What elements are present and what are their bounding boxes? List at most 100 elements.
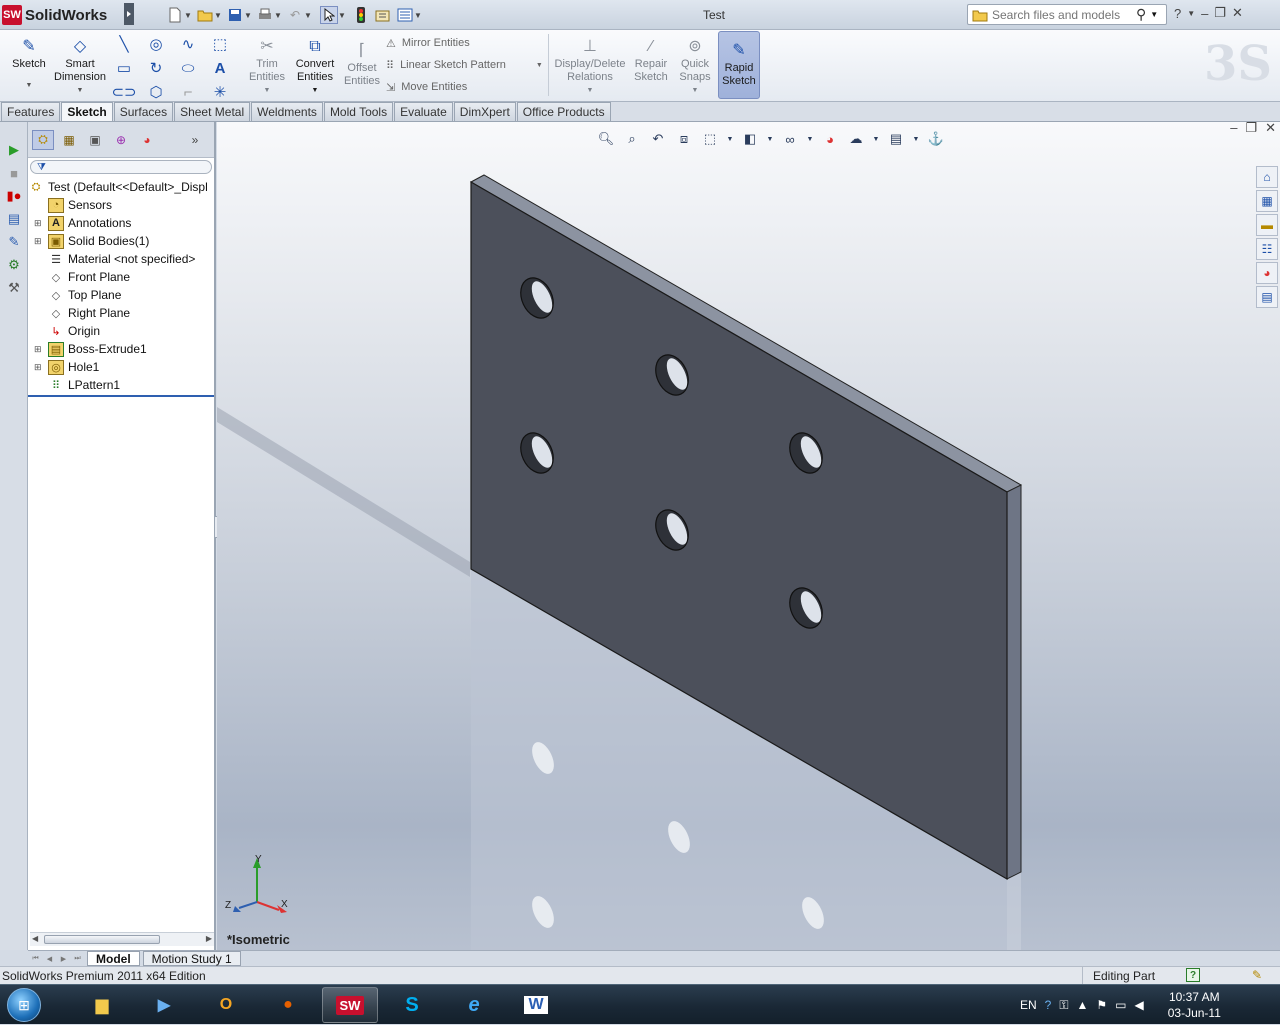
chevron-down-icon[interactable]: ▼ — [77, 84, 84, 97]
tree-item-top-plane[interactable]: ◇ Top Plane — [28, 286, 214, 304]
tab-model[interactable]: Model — [87, 951, 140, 966]
text-icon[interactable]: A — [208, 58, 232, 78]
tree-item-hole1[interactable]: ⊞ ◎ Hole1 — [28, 358, 214, 376]
custom-macro-icon[interactable]: ⚙ — [3, 254, 25, 276]
chevron-down-icon[interactable]: ▼ — [1150, 10, 1158, 19]
section-view-icon[interactable]: ⧈ — [675, 130, 693, 148]
chevron-down-icon[interactable]: ▼ — [304, 11, 312, 20]
tab-sheet-metal[interactable]: Sheet Metal — [174, 102, 251, 121]
smart-dimension-button[interactable]: ◇ Smart Dimension ▼ — [52, 36, 108, 97]
action-center-flag-icon[interactable]: ⚑ — [1096, 998, 1107, 1012]
expand-icon[interactable]: ⊞ — [34, 344, 44, 355]
help-circle-icon[interactable]: ? — [1045, 998, 1052, 1012]
tab-surfaces[interactable]: Surfaces — [113, 102, 174, 121]
quick-snaps-button[interactable]: ⊚ Quick Snaps ▼ — [676, 36, 714, 97]
linear-sketch-pattern-button[interactable]: ⠿ Linear Sketch Pattern ▼ — [386, 54, 546, 76]
clock[interactable]: 10:37 AM 03-Jun-11 — [1168, 989, 1221, 1021]
explorer-taskbar-button[interactable]: ▆ — [74, 987, 130, 1023]
tree-item-boss-extrude1[interactable]: ⊞ ▤ Boss-Extrude1 — [28, 340, 214, 358]
scroll-left-icon[interactable]: ◀ — [32, 934, 38, 943]
solidworks-taskbar-button[interactable]: SW — [322, 987, 378, 1023]
part-model[interactable] — [217, 122, 1280, 950]
chevron-down-icon[interactable]: ▼ — [536, 62, 543, 69]
file-properties-icon[interactable] — [374, 6, 392, 24]
chevron-down-icon[interactable]: ▼ — [767, 130, 774, 148]
outlook-taskbar-button[interactable]: O — [198, 987, 254, 1023]
rectangle-icon[interactable]: ▭ — [112, 58, 136, 78]
rotate-view-icon[interactable]: ⚓ — [927, 130, 945, 148]
tab-mold-tools[interactable]: Mold Tools — [323, 102, 394, 121]
point-icon[interactable]: ✳ — [208, 82, 232, 102]
chevron-down-icon[interactable]: ▼ — [913, 130, 920, 148]
move-entities-button[interactable]: ⇲ Move Entities — [386, 76, 546, 98]
tab-motion-study-1[interactable]: Motion Study 1 — [142, 951, 241, 966]
edit-appearance-icon[interactable]: ◕ — [821, 130, 839, 148]
expand-panel-icon[interactable]: » — [184, 130, 206, 150]
dimxpert-manager-tab-icon[interactable]: ⊕ — [110, 130, 132, 150]
tab-dimxpert[interactable]: DimXpert — [453, 102, 516, 121]
tree-item-origin[interactable]: ↳ Origin — [28, 322, 214, 340]
tab-features[interactable]: Features — [1, 102, 61, 121]
print-icon[interactable] — [256, 6, 274, 24]
expand-icon[interactable]: ⊞ — [34, 362, 44, 373]
rollback-bar[interactable] — [28, 395, 214, 397]
tab-weldments[interactable]: Weldments — [251, 102, 323, 121]
stop-macro-icon[interactable]: ■ — [3, 162, 25, 184]
word-taskbar-button[interactable]: W — [508, 987, 564, 1023]
tree-filter[interactable]: ⧩ — [30, 160, 212, 174]
menu-flyout-arrow[interactable] — [124, 3, 134, 25]
display-delete-relations-button[interactable]: ⊥ Display/Delete Relations ▼ — [554, 36, 626, 97]
display-style-icon[interactable]: ◧ — [741, 130, 759, 148]
repair-sketch-button[interactable]: ⁄ Repair Sketch — [630, 36, 672, 84]
record-macro-icon[interactable]: ▮● — [3, 185, 25, 207]
chevron-down-icon[interactable]: ▼ — [274, 11, 282, 20]
skype-taskbar-button[interactable]: S — [384, 987, 440, 1023]
help-icon[interactable]: ? — [1186, 968, 1200, 982]
select-cursor-icon[interactable] — [320, 6, 338, 24]
volume-icon[interactable]: ◀ — [1135, 998, 1144, 1012]
first-tab-icon[interactable]: ⏮ — [29, 953, 42, 965]
edit-macro-icon[interactable]: ✎ — [3, 231, 25, 253]
chevron-down-icon[interactable]: ▼ — [338, 11, 346, 20]
network-icon[interactable]: ▭ — [1115, 998, 1126, 1012]
tree-item-solid-bodies[interactable]: ⊞ ▣ Solid Bodies(1) — [28, 232, 214, 250]
save-icon[interactable] — [226, 6, 244, 24]
previous-view-icon[interactable]: ↶ — [649, 130, 667, 148]
apply-scene-icon[interactable]: ☁ — [847, 130, 865, 148]
chevron-down-icon[interactable]: ▼ — [244, 11, 252, 20]
view-palette-icon[interactable]: ☷ — [1256, 238, 1278, 260]
rebuild-status-icon[interactable]: ✎ — [1252, 968, 1262, 982]
minimize-icon[interactable]: – — [1230, 122, 1237, 136]
search-input[interactable] — [992, 7, 1132, 22]
property-manager-tab-icon[interactable]: ▦ — [58, 130, 80, 150]
line-icon[interactable]: ╲ — [112, 34, 136, 54]
panel-horizontal-scrollbar[interactable]: ◀ ▶ — [30, 932, 214, 946]
zoom-to-fit-icon[interactable]: 🔍︎ — [597, 130, 615, 148]
show-hidden-icons-icon[interactable]: ▲ — [1077, 998, 1089, 1012]
close-icon[interactable]: ✕ — [1232, 5, 1243, 21]
circle-icon[interactable]: ◎ — [144, 34, 168, 54]
display-manager-tab-icon[interactable]: ◕ — [136, 130, 158, 150]
chevron-down-icon[interactable]: ▼ — [26, 79, 33, 92]
offset-entities-button[interactable]: ⌈ Offset Entities — [342, 40, 382, 88]
chevron-down-icon[interactable]: ▼ — [1187, 9, 1195, 18]
close-icon[interactable]: ✕ — [1265, 122, 1276, 136]
custom-properties-icon[interactable]: ▤ — [1256, 286, 1278, 308]
spline-icon[interactable]: ∿ — [176, 34, 200, 54]
chevron-down-icon[interactable]: ▼ — [807, 130, 814, 148]
search-icon[interactable]: ⚲ — [1136, 6, 1146, 23]
design-library-icon[interactable]: ▦ — [1256, 190, 1278, 212]
network-tray-icon[interactable]: ⚿ — [1059, 998, 1068, 1013]
next-tab-icon[interactable]: ▶ — [57, 953, 70, 965]
help-icon[interactable]: ? — [1174, 6, 1181, 21]
new-macro-icon[interactable]: ▤ — [3, 208, 25, 230]
tree-item-front-plane[interactable]: ◇ Front Plane — [28, 268, 214, 286]
expand-icon[interactable]: ⊞ — [34, 218, 44, 229]
undo-icon[interactable]: ↶ — [286, 6, 304, 24]
run-macro-icon[interactable]: ▶ — [3, 139, 25, 161]
hide-show-items-icon[interactable]: ∞ — [781, 130, 799, 148]
chevron-down-icon[interactable]: ▼ — [312, 84, 319, 97]
language-indicator[interactable]: EN — [1020, 998, 1037, 1012]
minimize-icon[interactable]: – — [1201, 6, 1208, 21]
chevron-down-icon[interactable]: ▼ — [264, 84, 271, 97]
